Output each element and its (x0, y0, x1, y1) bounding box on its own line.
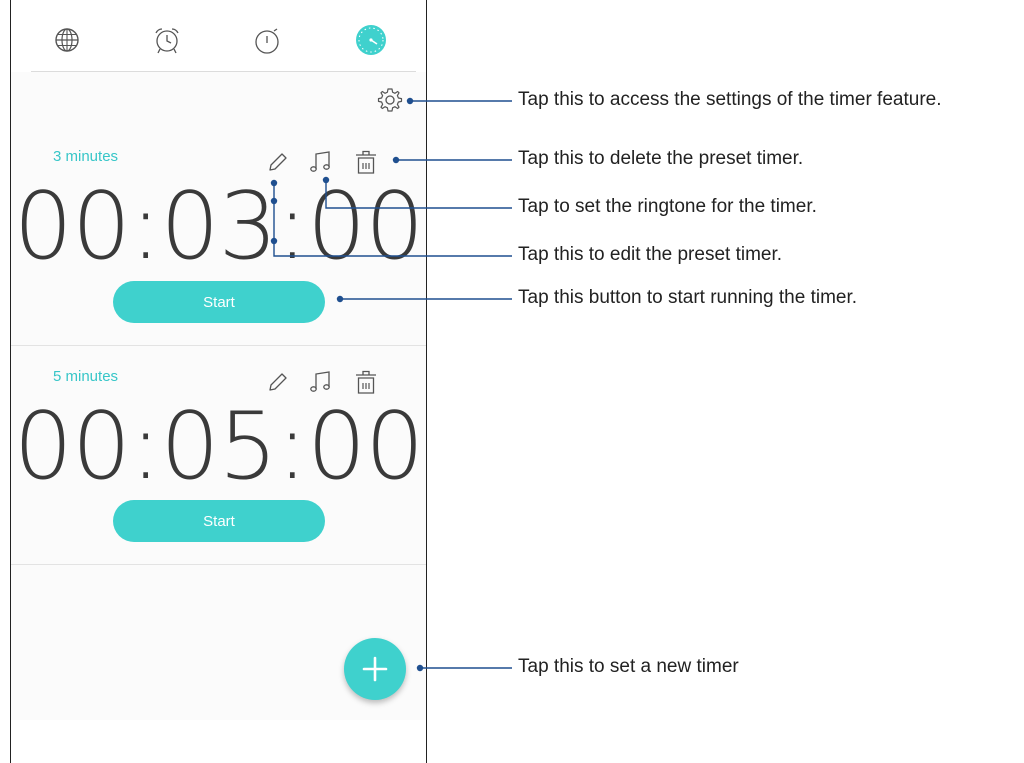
callout-edit: Tap this to edit the preset timer. (518, 244, 783, 265)
timer-2-time: 00:05:00 (13, 392, 425, 500)
pencil-icon (269, 373, 287, 391)
card-divider (11, 564, 426, 565)
callout-delete: Tap this to delete the preset timer. (518, 148, 804, 169)
gear-icon (377, 88, 403, 112)
add-timer-button[interactable] (344, 638, 406, 700)
plus-icon (362, 656, 388, 682)
callout-add: Tap this to set a new timer (518, 656, 739, 677)
callout-start: Tap this button to start running the tim… (518, 287, 858, 308)
callout-ringtone: Tap to set the ringtone for the timer. (518, 196, 817, 217)
tab-world-clock[interactable] (49, 22, 85, 58)
timer-1-start-button[interactable]: Start (113, 281, 325, 323)
timer-1-label: 3 minutes (53, 148, 119, 165)
card-divider (11, 345, 426, 346)
pencil-icon (269, 153, 287, 171)
alarm-clock-icon (155, 28, 179, 54)
tab-alarm[interactable] (149, 22, 185, 58)
tab-stopwatch[interactable] (249, 22, 285, 58)
globe-icon (55, 28, 79, 52)
tab-bar (11, 0, 426, 72)
timer-2-label: 5 minutes (53, 368, 119, 385)
timer-icon (356, 25, 386, 55)
stopwatch-icon (255, 28, 279, 54)
timer-2-start-button[interactable]: Start (113, 500, 325, 542)
timer-1-time: 00:03:00 (13, 172, 425, 280)
tab-timer[interactable] (353, 22, 389, 58)
callout-settings: Tap this to access the settings of the t… (518, 89, 942, 110)
phone-screen: 3 minutes 00:03:00 Start 5 minutes 00:05… (10, 0, 427, 763)
settings-button[interactable] (376, 86, 404, 114)
